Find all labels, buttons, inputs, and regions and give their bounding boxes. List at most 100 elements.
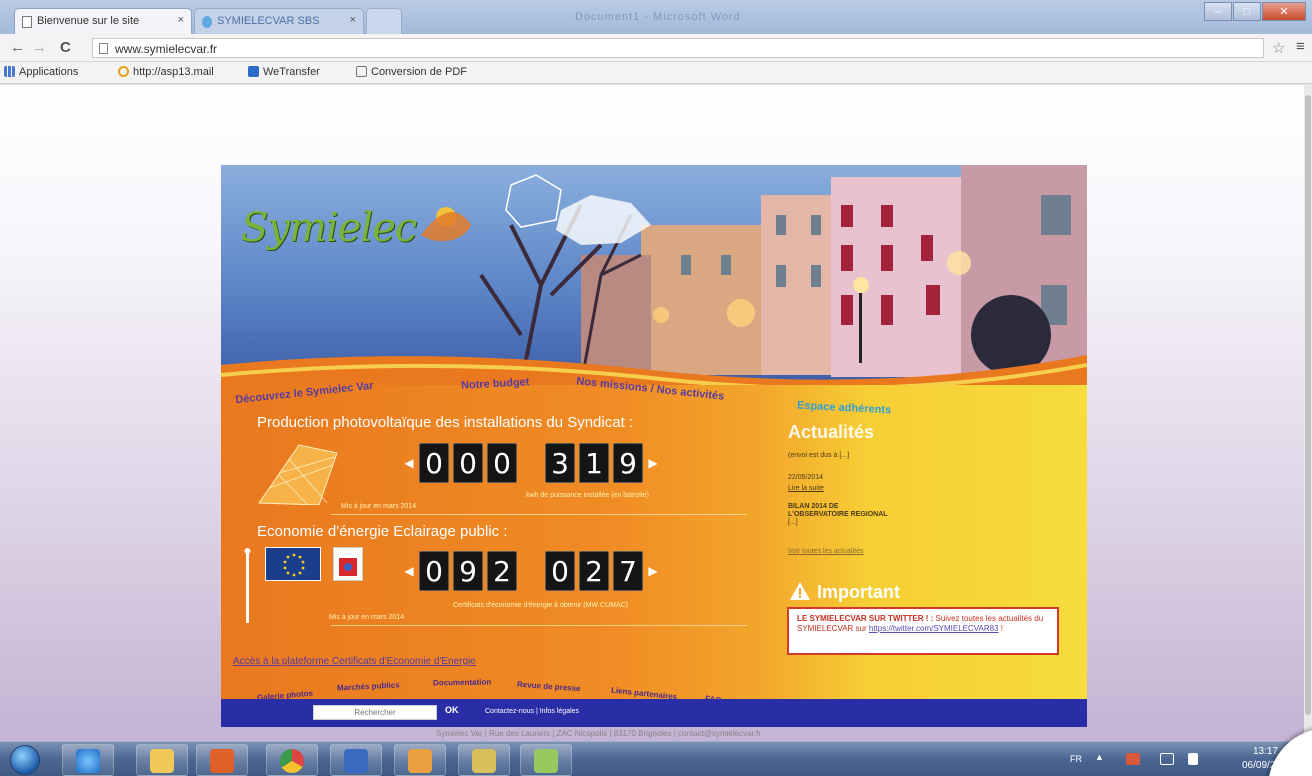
network-icon[interactable]	[1160, 753, 1174, 765]
taskbar-explorer[interactable]	[136, 744, 188, 776]
taskbar-app2[interactable]	[458, 744, 510, 776]
cee-platform-link[interactable]: Accès à la plateforme Certificats d'Econ…	[233, 656, 476, 667]
footer-nav-documentation[interactable]: Documentation	[433, 677, 491, 687]
footer-nav-marches[interactable]: Marchés publics	[337, 680, 400, 692]
folder-icon	[150, 749, 174, 773]
volume-icon[interactable]	[1188, 753, 1198, 765]
eco-digit: 0	[419, 551, 449, 591]
footer-links[interactable]: Contactez-nous | Infos légales	[485, 708, 579, 715]
forward-arrow-icon[interactable]: →	[32, 39, 47, 56]
notice-end: !	[998, 624, 1004, 633]
eu-stars-icon	[283, 553, 305, 577]
app-icon	[534, 749, 558, 773]
bookmark-label: Conversion de PDF	[371, 66, 467, 78]
language-indicator[interactable]: FR	[1070, 754, 1082, 764]
news-item[interactable]: (envoi est dus à [...]	[788, 452, 849, 460]
address-bar[interactable]: www.symielecvar.fr	[92, 38, 1264, 58]
page-icon	[99, 43, 108, 54]
internet-explorer-icon	[76, 749, 100, 773]
bookmark-wetransfer[interactable]: WeTransfer	[248, 66, 320, 78]
flag-icon[interactable]	[1126, 753, 1140, 765]
divider	[331, 514, 747, 515]
pdf-icon	[356, 66, 367, 77]
pv-section-title: Production photovoltaïque des installati…	[257, 414, 634, 431]
site-logo[interactable]: Symielec	[241, 205, 417, 251]
browser-toolbar: ← → C www.symielecvar.fr ☆ ≡	[0, 34, 1312, 62]
news-item-title[interactable]: L'OBSERVATOIRE REGIONAL	[788, 511, 888, 519]
right-arrow-icon[interactable]: ▶	[645, 456, 661, 470]
search-input[interactable]	[313, 705, 437, 720]
taskbar-media[interactable]	[196, 744, 248, 776]
url-text: www.symielecvar.fr	[115, 42, 218, 56]
eco-update-date: Mis à jour en mars 2014	[329, 614, 405, 621]
start-button[interactable]	[10, 745, 40, 775]
left-arrow-icon[interactable]: ◀	[401, 564, 417, 578]
tray-expand-icon[interactable]: ▲	[1095, 752, 1104, 762]
news-date: 22/05/2014	[788, 474, 824, 481]
scroll-thumb[interactable]	[1305, 95, 1311, 715]
close-button[interactable]: ✕	[1262, 2, 1306, 21]
reload-icon[interactable]: C	[60, 39, 71, 56]
tab-title: SYMIELECVAR SBS	[217, 15, 320, 27]
bookmark-conversion[interactable]: Conversion de PDF	[356, 66, 467, 78]
news-item-ellipsis: [...]	[788, 519, 798, 526]
nav-espace-adherents[interactable]: Espace adhérents	[797, 400, 892, 417]
eco-section-title: Economie d'énergie Eclairage public :	[257, 523, 508, 540]
left-arrow-icon[interactable]: ◀	[401, 456, 417, 470]
region-logo-dot	[344, 563, 352, 571]
tab-bienvenue[interactable]: Bienvenue sur le site ×	[14, 8, 192, 34]
right-arrow-icon[interactable]: ▶	[645, 564, 661, 578]
all-news-link[interactable]: Voir toutes les actualités	[788, 548, 864, 556]
app-icon	[408, 749, 432, 773]
taskbar-chrome[interactable]	[266, 744, 318, 776]
solar-panel-icon	[258, 444, 338, 505]
nav-budget[interactable]: Notre budget	[461, 376, 530, 392]
mail-icon	[118, 66, 129, 77]
eco-digit: 2	[579, 551, 609, 591]
footer-nav-revue[interactable]: Revue de presse	[517, 680, 581, 693]
bookmark-label: http://asp13.mail	[133, 66, 214, 78]
taskbar-ie[interactable]	[62, 744, 114, 776]
clock-time[interactable]: 13:17	[1253, 746, 1278, 757]
taskbar: FR ▲ 13:17 06/09/20	[0, 741, 1312, 776]
bookmark-asp[interactable]: http://asp13.mail	[118, 66, 214, 78]
background-window-title: Document1 - Microsoft Word	[575, 11, 741, 23]
tab-symielecvar[interactable]: SYMIELECVAR SBS ×	[194, 8, 364, 34]
bookmark-label: WeTransfer	[263, 66, 320, 78]
news-item-title[interactable]: BILAN 2014 DE	[788, 503, 839, 511]
tab-close-icon[interactable]: ×	[350, 14, 356, 26]
news-read-more-link[interactable]: Lire la suite	[788, 485, 824, 493]
menu-icon[interactable]: ≡	[1296, 38, 1305, 55]
pv-digit: 9	[613, 443, 643, 483]
new-tab-button[interactable]	[366, 8, 402, 34]
back-arrow-icon[interactable]: ←	[10, 39, 25, 56]
taskbar-app3[interactable]	[520, 744, 572, 776]
media-player-icon	[210, 749, 234, 773]
important-notice: LE SYMIELECVAR SUR TWITTER ! : Suivez to…	[787, 607, 1059, 655]
vertical-scrollbar[interactable]	[1304, 85, 1312, 741]
pv-digit: 0	[453, 443, 483, 483]
app-icon	[472, 749, 496, 773]
taskbar-word[interactable]	[330, 744, 382, 776]
twitter-link[interactable]: https://twitter.com/SYMIELECVAR83	[869, 624, 999, 633]
eu-flag-logo	[265, 547, 321, 581]
website-container: Symielec Découvrez le Symielec Var Notre…	[221, 165, 1087, 727]
village-photo	[221, 165, 1087, 385]
tab-close-icon[interactable]: ×	[178, 14, 184, 26]
pv-update-date: Mis à jour en mars 2014	[341, 503, 417, 510]
bookmarks-bar: Applications http://asp13.mail WeTransfe…	[0, 62, 1312, 84]
twitter-icon	[202, 16, 212, 28]
hero-banner: Symielec	[221, 165, 1087, 385]
maximize-button[interactable]: □	[1233, 2, 1261, 21]
minimize-button[interactable]: –	[1204, 2, 1232, 21]
bookmark-applications[interactable]: Applications	[4, 66, 78, 78]
taskbar-app[interactable]	[394, 744, 446, 776]
street-lamp-icon	[244, 548, 251, 623]
eco-digit: 9	[453, 551, 483, 591]
pv-digit: 1	[579, 443, 609, 483]
search-ok-button[interactable]: OK	[445, 705, 459, 715]
eco-counter: ◀ 0 9 2 0 2 7 ▶	[401, 551, 661, 591]
bookmark-label: Applications	[19, 66, 79, 78]
bookmark-star-icon[interactable]: ☆	[1272, 39, 1285, 57]
tab-title: Bienvenue sur le site	[37, 15, 140, 27]
